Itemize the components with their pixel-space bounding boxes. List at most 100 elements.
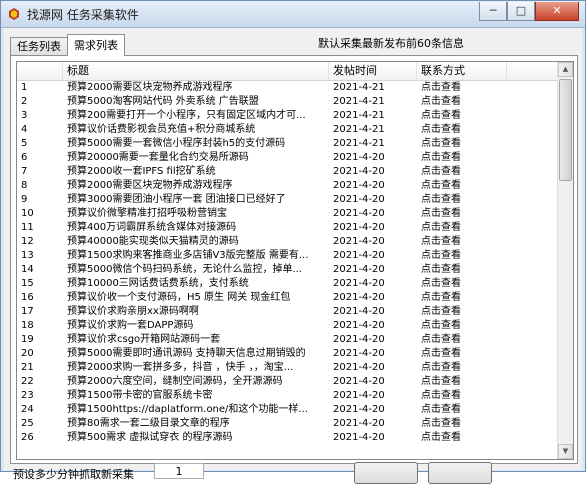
row-date: 2021-4-20 bbox=[333, 348, 385, 359]
table-row[interactable]: 10 预算议价微擎精准打招呼吸粉营销宝 2021-4-20 点击查看 bbox=[17, 207, 558, 221]
table-row[interactable]: 5 预算5000需要一套微信小程序封装h5的支付源码 2021-4-21 点击查看 bbox=[17, 137, 558, 151]
action-button-1[interactable] bbox=[354, 462, 418, 484]
row-contact-link[interactable]: 点击查看 bbox=[421, 165, 491, 179]
row-date: 2021-4-20 bbox=[333, 278, 385, 289]
row-date: 2021-4-20 bbox=[333, 376, 385, 387]
row-contact-link[interactable]: 点击查看 bbox=[421, 403, 491, 417]
row-contact-link[interactable]: 点击查看 bbox=[421, 207, 491, 221]
row-index: 11 bbox=[21, 222, 34, 233]
table-row[interactable]: 9 预算3000需要团油小程序一套 团油接口已经好了 2021-4-20 点击查看 bbox=[17, 193, 558, 207]
table-row[interactable]: 3 预算200需要打开一个小程序，只有固定区域内才可... 2021-4-21 点击查… bbox=[17, 109, 558, 123]
row-contact-link[interactable]: 点击查看 bbox=[421, 319, 491, 333]
table-row[interactable]: 4 预算议价话费影视会员充值+积分商城系统 2021-4-21 点击查看 bbox=[17, 123, 558, 137]
table-row[interactable]: 15 预算10000三网话费话费系统，支付系统 2021-4-20 点击查看 bbox=[17, 277, 558, 291]
row-contact-link[interactable]: 点击查看 bbox=[421, 137, 491, 151]
minimize-button[interactable]: ─ bbox=[479, 2, 507, 21]
row-index: 6 bbox=[21, 152, 28, 163]
tab-task-list[interactable]: 任务列表 bbox=[10, 37, 68, 56]
close-button[interactable]: ✕ bbox=[535, 2, 579, 21]
row-title: 预算2000六度空间，缝制空间源码，全开源源码 bbox=[67, 376, 283, 387]
table-row[interactable]: 22 预算2000六度空间，缝制空间源码，全开源源码 2021-4-20 点击查看 bbox=[17, 375, 558, 389]
table-row[interactable]: 2 预算5000淘客网站代码 外卖系统 广告联盟 2021-4-21 点击查看 bbox=[17, 95, 558, 109]
row-title: 预算20000需要一套量化合约交易所源码 bbox=[67, 152, 249, 163]
vertical-scrollbar[interactable]: ▲ ▼ bbox=[557, 62, 573, 459]
row-index: 4 bbox=[21, 124, 28, 135]
row-title: 预算1500带卡密的官服系统卡密 bbox=[67, 390, 213, 401]
table-row[interactable]: 12 预算40000能实现类似天猫精灵的源码 2021-4-20 点击查看 bbox=[17, 235, 558, 249]
row-title: 预算5000需要即时通讯源码 支持聊天信息过期销毁的 bbox=[67, 348, 306, 359]
row-contact-link[interactable]: 点击查看 bbox=[421, 179, 491, 193]
table-row[interactable]: 16 预算议价收一个支付源码，H5 原生 网关 现金红包 2021-4-20 点击查看 bbox=[17, 291, 558, 305]
tab-strip: 任务列表 需求列表 bbox=[10, 34, 125, 56]
row-contact-link[interactable]: 点击查看 bbox=[421, 333, 491, 347]
row-date: 2021-4-20 bbox=[333, 306, 385, 317]
table-row[interactable]: 19 预算议价求csgo开箱网站源码一套 2021-4-20 点击查看 bbox=[17, 333, 558, 347]
row-index: 12 bbox=[21, 236, 34, 247]
collection-info: 默认采集最新发布前60条信息 bbox=[318, 37, 464, 50]
row-title: 预算200需要打开一个小程序，只有固定区域内才可... bbox=[67, 110, 306, 121]
row-date: 2021-4-21 bbox=[333, 110, 385, 121]
row-contact-link[interactable]: 点击查看 bbox=[421, 417, 491, 431]
row-contact-link[interactable]: 点击查看 bbox=[421, 291, 491, 305]
action-button-2[interactable] bbox=[428, 462, 492, 484]
row-contact-link[interactable]: 点击查看 bbox=[421, 109, 491, 123]
scroll-down-icon[interactable]: ▼ bbox=[558, 444, 573, 459]
row-contact-link[interactable]: 点击查看 bbox=[421, 95, 491, 109]
column-header-contact[interactable]: 联系方式 bbox=[417, 62, 507, 80]
table-row[interactable]: 8 预算2000需要区块宠物养成游戏程序 2021-4-20 点击查看 bbox=[17, 179, 558, 193]
row-title: 预算2000求购一套拼多多，抖音 ，快手 ，，淘宝... bbox=[67, 362, 294, 373]
table-row[interactable]: 25 预算80需求一套二级目录文章的程序 2021-4-20 点击查看 bbox=[17, 417, 558, 431]
row-index: 19 bbox=[21, 334, 34, 345]
table-row[interactable]: 7 预算2000收一套IPFS fil挖矿系统 2021-4-20 点击查看 bbox=[17, 165, 558, 179]
row-title: 预算40000能实现类似天猫精灵的源码 bbox=[67, 236, 239, 247]
row-contact-link[interactable]: 点击查看 bbox=[421, 431, 491, 445]
row-contact-link[interactable]: 点击查看 bbox=[421, 151, 491, 165]
scroll-up-icon[interactable]: ▲ bbox=[558, 62, 573, 77]
row-index: 16 bbox=[21, 292, 34, 303]
table-row[interactable]: 13 预算1500求购来客推商业多店铺V3版完整版 需要有... 2021-4-20… bbox=[17, 249, 558, 263]
row-contact-link[interactable]: 点击查看 bbox=[421, 123, 491, 137]
table-row[interactable]: 1 预算2000需要区块宠物养成游戏程序 2021-4-21 点击查看 bbox=[17, 81, 558, 95]
row-date: 2021-4-20 bbox=[333, 404, 385, 415]
row-index: 15 bbox=[21, 278, 34, 289]
row-contact-link[interactable]: 点击查看 bbox=[421, 81, 491, 95]
row-contact-link[interactable]: 点击查看 bbox=[421, 389, 491, 403]
table-row[interactable]: 21 预算2000求购一套拼多多，抖音 ，快手 ，，淘宝... 2021-4-20 点… bbox=[17, 361, 558, 375]
column-header-title[interactable]: 标题 bbox=[63, 62, 329, 80]
table-row[interactable]: 6 预算20000需要一套量化合约交易所源码 2021-4-20 点击查看 bbox=[17, 151, 558, 165]
scroll-thumb[interactable] bbox=[559, 79, 572, 181]
row-title: 预算2000收一套IPFS fil挖矿系统 bbox=[67, 166, 216, 177]
row-contact-link[interactable]: 点击查看 bbox=[421, 263, 491, 277]
row-contact-link[interactable]: 点击查看 bbox=[421, 193, 491, 207]
row-contact-link[interactable]: 点击查看 bbox=[421, 347, 491, 361]
row-contact-link[interactable]: 点击查看 bbox=[421, 249, 491, 263]
row-index: 21 bbox=[21, 362, 34, 373]
column-header-index[interactable] bbox=[17, 62, 63, 80]
row-index: 9 bbox=[21, 194, 28, 205]
table-row[interactable]: 11 预算400万词霸屏系统含媒体对接源码 2021-4-20 点击查看 bbox=[17, 221, 558, 235]
row-contact-link[interactable]: 点击查看 bbox=[421, 277, 491, 291]
row-contact-link[interactable]: 点击查看 bbox=[421, 235, 491, 249]
row-title: 预算5000需要一套微信小程序封装h5的支付源码 bbox=[67, 138, 286, 149]
table-row[interactable]: 18 预算议价求购一套DAPP源码 2021-4-20 点击查看 bbox=[17, 319, 558, 333]
table-row[interactable]: 20 预算5000需要即时通讯源码 支持聊天信息过期销毁的 2021-4-20 点击查… bbox=[17, 347, 558, 361]
maximize-button[interactable]: □ bbox=[507, 2, 535, 21]
row-contact-link[interactable]: 点击查看 bbox=[421, 221, 491, 235]
table-row[interactable]: 26 预算500需求 虚拟试穿衣 的程序源码 2021-4-20 点击查看 bbox=[17, 431, 558, 445]
table-row[interactable]: 24 预算1500https://daplatform.one/和这个功能一样..… bbox=[17, 403, 558, 417]
row-index: 7 bbox=[21, 166, 28, 177]
row-contact-link[interactable]: 点击查看 bbox=[421, 375, 491, 389]
tab-demand-list[interactable]: 需求列表 bbox=[67, 34, 125, 56]
row-contact-link[interactable]: 点击查看 bbox=[421, 361, 491, 375]
row-date: 2021-4-21 bbox=[333, 96, 385, 107]
table-row[interactable]: 17 预算议价求购亲朋xx源码啊啊 2021-4-20 点击查看 bbox=[17, 305, 558, 319]
title-bar[interactable]: 找源网 任务采集软件 ─ □ ✕ bbox=[1, 1, 585, 28]
table-row[interactable]: 23 预算1500带卡密的官服系统卡密 2021-4-20 点击查看 bbox=[17, 389, 558, 403]
demand-listview[interactable]: 标题 发帖时间 联系方式 1 预算2000需要区块宠物养成游戏程序 2021-4-2… bbox=[16, 61, 574, 460]
column-header-date[interactable]: 发帖时间 bbox=[329, 62, 417, 80]
row-title: 预算80需求一套二级目录文章的程序 bbox=[67, 418, 230, 429]
table-row[interactable]: 14 预算5000微信个码扫码系统，无论什么监控，掉单... 2021-4-20 点击… bbox=[17, 263, 558, 277]
list-header: 标题 发帖时间 联系方式 bbox=[17, 62, 558, 81]
row-contact-link[interactable]: 点击查看 bbox=[421, 305, 491, 319]
interval-input[interactable]: 1 bbox=[154, 463, 204, 479]
